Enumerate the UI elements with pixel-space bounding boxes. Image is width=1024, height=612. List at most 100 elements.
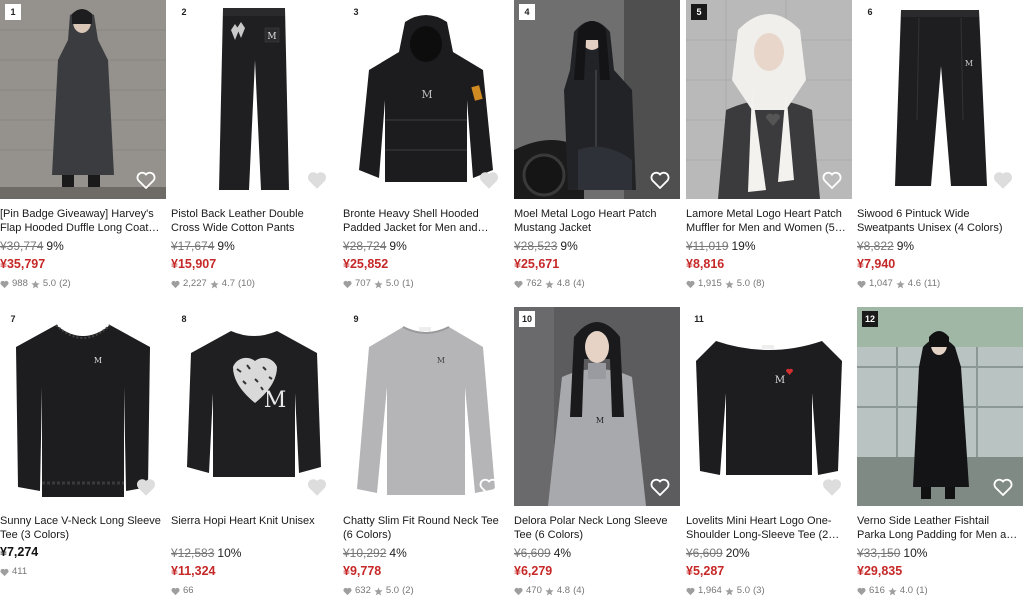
heart-icon[interactable] <box>993 171 1013 189</box>
svg-text:M: M <box>267 32 276 42</box>
product-image[interactable]: 4 <box>514 0 680 199</box>
discount-rate: 20% <box>725 546 750 560</box>
product-image[interactable]: M 10 <box>514 307 680 506</box>
product-photo: M <box>343 0 509 199</box>
sale-price: ¥7,274 <box>0 545 39 559</box>
product-card[interactable]: M 3 Bronte Heavy Shell Hooded Padded Jac… <box>343 0 509 290</box>
heart-icon[interactable] <box>650 478 670 496</box>
svg-text:M: M <box>775 375 785 386</box>
product-image[interactable]: M 7 <box>0 307 166 506</box>
like-count: 2,227 <box>183 278 207 289</box>
star-icon <box>888 586 897 595</box>
original-price: ¥12,583 <box>171 546 215 560</box>
like-count: 1,964 <box>698 585 722 596</box>
product-image[interactable]: M 6 <box>857 0 1023 199</box>
rating: 4.6 <box>907 278 921 289</box>
heart-icon[interactable] <box>822 478 842 496</box>
rank-badge: 2 <box>176 4 192 20</box>
product-card[interactable]: 4 Moel Metal Logo Heart Patch Mustang Ja… <box>514 0 680 290</box>
star-icon <box>31 279 40 288</box>
product-photo: M <box>0 307 166 506</box>
original-price: ¥33,150 <box>857 546 901 560</box>
product-card[interactable]: 5 Lamore Metal Logo Heart Patch Muffler … <box>686 0 852 290</box>
product-card[interactable]: M 11 Lovelits Mini Heart Logo One-Should… <box>686 307 852 597</box>
review-count: (1) <box>916 585 928 596</box>
product-photo: M <box>686 307 852 506</box>
heart-icon[interactable] <box>479 171 499 189</box>
heart-icon[interactable] <box>479 478 499 496</box>
product-image[interactable]: M 2 <box>171 0 337 199</box>
product-title[interactable]: Lamore Metal Logo Heart Patch Muffler fo… <box>686 207 852 235</box>
product-title[interactable]: Lovelits Mini Heart Logo One-Shoulder Lo… <box>686 514 852 542</box>
product-image[interactable]: M 8 <box>171 307 337 506</box>
heart-icon[interactable] <box>136 478 156 496</box>
star-icon <box>896 279 905 288</box>
review-count: (3) <box>753 585 765 596</box>
product-image[interactable]: 5 <box>686 0 852 199</box>
heart-icon[interactable] <box>993 478 1013 496</box>
product-title[interactable]: Delora Polar Neck Long Sleeve Tee (6 Col… <box>514 514 680 542</box>
review-count: (8) <box>753 278 765 289</box>
heart-icon[interactable] <box>307 478 327 496</box>
rating: 4.8 <box>556 585 571 596</box>
product-card[interactable]: 1 [Pin Badge Giveaway] Harvey's Flap Hoo… <box>0 0 166 290</box>
discount-rate: 9% <box>560 239 578 253</box>
heart-icon[interactable] <box>650 171 670 189</box>
sale-price: ¥11,324 <box>171 564 216 578</box>
product-stats: 470 4.8 (4) <box>514 585 680 597</box>
star-icon <box>210 279 219 288</box>
product-image[interactable]: 12 <box>857 307 1023 506</box>
rank-badge: 6 <box>862 4 878 20</box>
price-row: ¥28,724 9% <box>343 238 509 254</box>
product-title[interactable]: Sunny Lace V-Neck Long Sleeve Tee (3 Col… <box>0 514 166 542</box>
heart-icon[interactable] <box>822 171 842 189</box>
original-price: ¥6,609 <box>686 546 723 560</box>
product-title[interactable]: Bronte Heavy Shell Hooded Padded Jacket … <box>343 207 509 235</box>
sale-price: ¥35,797 <box>0 257 46 271</box>
heart-icon[interactable] <box>307 171 327 189</box>
price-row: ¥12,583 10% <box>171 545 337 561</box>
product-title[interactable]: Siwood 6 Pintuck Wide Sweatpants Unisex … <box>857 207 1023 235</box>
like-count: 66 <box>183 585 194 596</box>
product-title[interactable]: Moel Metal Logo Heart Patch Mustang Jack… <box>514 207 680 235</box>
product-card[interactable]: M 6 Siwood 6 Pintuck Wide Sweatpants Uni… <box>857 0 1023 290</box>
original-price: ¥28,523 <box>514 239 558 253</box>
product-card[interactable]: M 7 Sunny Lace V-Neck Long Sleeve Tee (3… <box>0 307 166 578</box>
discount-rate: 4% <box>553 546 572 560</box>
price-row: ¥28,523 9% <box>514 238 680 254</box>
product-stats: 616 4.0 (1) <box>857 585 1023 597</box>
sale-price: ¥9,778 <box>343 564 382 578</box>
like-count: 1,047 <box>869 278 893 289</box>
product-stats: 1,964 5.0 (3) <box>686 585 852 597</box>
product-card[interactable]: M 2 Pistol Back Leather Double Cross Wid… <box>171 0 337 290</box>
product-title[interactable]: Chatty Slim Fit Round Neck Tee (6 Colors… <box>343 514 509 542</box>
like-count-icon <box>686 280 695 288</box>
like-count: 470 <box>526 585 542 596</box>
product-image[interactable]: 1 <box>0 0 166 199</box>
heart-icon[interactable] <box>136 171 156 189</box>
svg-text:M: M <box>437 356 445 365</box>
product-image[interactable]: M 3 <box>343 0 509 199</box>
rating: 5.0 <box>42 278 57 289</box>
price-row: ¥33,150 10% <box>857 545 1023 561</box>
product-title[interactable]: [Pin Badge Giveaway] Harvey's Flap Hoode… <box>0 207 166 235</box>
product-image[interactable]: M 9 <box>343 307 509 506</box>
sale-price: ¥8,816 <box>686 257 725 271</box>
product-card[interactable]: M 9 Chatty Slim Fit Round Neck Tee (6 Co… <box>343 307 509 597</box>
product-title[interactable]: Pistol Back Leather Double Cross Wide Co… <box>171 207 337 235</box>
product-title[interactable]: Sierra Hopi Heart Knit Unisex <box>171 514 337 542</box>
product-card[interactable]: M 8 Sierra Hopi Heart Knit Unisex ¥12,58… <box>171 307 337 597</box>
product-stats: 988 5.0 (2) <box>0 278 166 290</box>
product-title[interactable]: Verno Side Leather Fishtail Parka Long P… <box>857 514 1023 542</box>
product-image[interactable]: M 11 <box>686 307 852 506</box>
rank-badge: 5 <box>691 4 707 20</box>
product-stats: 2,227 4.7 (10) <box>171 278 337 290</box>
product-card[interactable]: 12 Verno Side Leather Fishtail Parka Lon… <box>857 307 1023 597</box>
product-photo <box>514 0 680 199</box>
svg-text:M: M <box>596 416 604 425</box>
review-count: (2) <box>59 278 71 289</box>
svg-text:M: M <box>965 59 973 68</box>
like-count-icon <box>343 280 352 288</box>
like-count-icon <box>857 280 866 288</box>
product-card[interactable]: M 10 Delora Polar Neck Long Sleeve Tee (… <box>514 307 680 597</box>
